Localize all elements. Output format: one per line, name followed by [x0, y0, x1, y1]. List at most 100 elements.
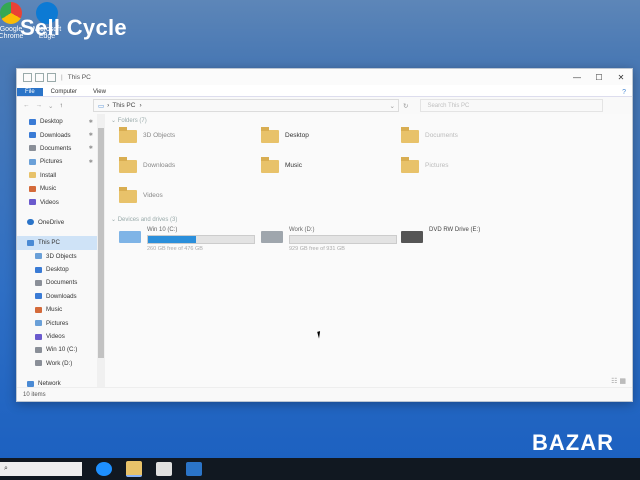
- folder-desktop[interactable]: Desktop: [261, 127, 309, 143]
- nav-gap: [17, 229, 97, 236]
- breadcrumb-separator: ›: [107, 102, 110, 109]
- properties-icon[interactable]: [35, 72, 44, 82]
- drive-free-space: 260 GB free of 476 GB: [147, 246, 203, 252]
- windows-drive-icon: [119, 231, 141, 243]
- details-view-icon[interactable]: ☷: [611, 378, 617, 385]
- drive-d[interactable]: Work (D:) 929 GB free of 931 GB: [261, 227, 397, 252]
- group-header-label: Devices and drives (3): [117, 217, 178, 223]
- nav-item-pc-downloads[interactable]: Downloads: [17, 290, 97, 303]
- nav-item-label: OneDrive: [38, 218, 65, 226]
- mail-icon[interactable]: [186, 462, 202, 476]
- dvd-drive-icon: [401, 231, 423, 243]
- new-folder-icon[interactable]: [47, 72, 56, 82]
- nav-item-downloads[interactable]: Downloads ✱: [17, 128, 97, 141]
- nav-item-videos[interactable]: Videos: [17, 195, 97, 208]
- close-button[interactable]: ✕: [610, 73, 632, 82]
- folder-pictures[interactable]: Pictures: [401, 157, 448, 173]
- desktop-icon: [35, 266, 42, 273]
- computer-icon: [27, 239, 34, 246]
- nav-item-this-pc[interactable]: This PC: [17, 236, 97, 250]
- nav-item-label: Pictures: [46, 319, 69, 327]
- nav-item-pc-music[interactable]: Music: [17, 303, 97, 316]
- window-controls: — ☐ ✕: [566, 73, 632, 82]
- drive-usage-bar: [147, 235, 255, 244]
- nav-item-network[interactable]: Network: [17, 377, 97, 390]
- drive-e[interactable]: DVD RW Drive (E:): [401, 227, 480, 243]
- nav-item-3d-objects[interactable]: 3D Objects: [17, 250, 97, 263]
- nav-item-pictures[interactable]: Pictures ✱: [17, 155, 97, 168]
- drive-label: Win 10 (C:): [147, 227, 178, 233]
- folder-icon: [119, 127, 137, 143]
- back-icon[interactable]: ←: [23, 102, 30, 110]
- drive-info: DVD RW Drive (E:): [429, 227, 480, 233]
- nav-item-drive-d[interactable]: Work (D:): [17, 357, 97, 370]
- nav-item-label: Downloads: [46, 292, 77, 300]
- nav-item-pc-desktop[interactable]: Desktop: [17, 263, 97, 276]
- downloads-icon: [29, 132, 36, 139]
- drive-c[interactable]: Win 10 (C:) 260 GB free of 476 GB: [119, 227, 255, 252]
- chevron-down-icon: ⌄: [111, 217, 118, 223]
- videos-icon: [29, 199, 36, 206]
- folder-documents[interactable]: Documents: [401, 127, 458, 143]
- store-icon[interactable]: [156, 462, 172, 476]
- nav-item-pc-pictures[interactable]: Pictures: [17, 316, 97, 329]
- tab-view[interactable]: View: [85, 88, 114, 96]
- folder-3d-objects[interactable]: 3D Objects: [119, 127, 175, 143]
- refresh-icon[interactable]: ↻: [403, 102, 408, 110]
- drive-free-space: 929 GB free of 931 GB: [289, 246, 345, 252]
- folder-downloads[interactable]: Downloads: [119, 157, 175, 173]
- folders-group-header[interactable]: ⌄ Folders (7): [111, 117, 147, 124]
- view-toggle[interactable]: ☷ ▦: [611, 377, 626, 385]
- drive-icon: [35, 360, 42, 367]
- edge-icon[interactable]: [96, 462, 112, 476]
- tab-computer[interactable]: Computer: [43, 88, 85, 96]
- nav-item-label: This PC: [38, 239, 61, 247]
- pin-icon: ✱: [88, 132, 93, 139]
- folder-music[interactable]: Music: [261, 157, 302, 173]
- address-bar[interactable]: ▭ › This PC › ⌄: [93, 99, 399, 112]
- breadcrumb-chevron-icon[interactable]: ›: [139, 102, 141, 109]
- address-row: ← → ⌄ ↑ ▭ › This PC › ⌄ ↻ Search This PC: [17, 97, 632, 114]
- title-bar: | This PC — ☐ ✕: [17, 69, 632, 85]
- scrollbar-thumb[interactable]: [98, 128, 104, 358]
- save-icon[interactable]: [23, 72, 32, 82]
- minimize-button[interactable]: —: [566, 73, 588, 82]
- forward-icon[interactable]: →: [36, 102, 43, 110]
- nav-item-desktop[interactable]: Desktop ✱: [17, 115, 97, 128]
- nav-item-drive-c[interactable]: Win 10 (C:): [17, 343, 97, 356]
- file-explorer-icon[interactable]: [126, 461, 142, 477]
- recent-chevron-icon[interactable]: ⌄: [48, 102, 53, 110]
- help-icon[interactable]: ?: [622, 89, 626, 96]
- maximize-button[interactable]: ☐: [588, 73, 610, 82]
- nav-item-label: Install: [40, 171, 57, 179]
- folder-videos[interactable]: Videos: [119, 187, 163, 203]
- folder-icon: [119, 187, 137, 203]
- pin-icon: ✱: [88, 158, 93, 165]
- nav-item-pc-documents[interactable]: Documents: [17, 276, 97, 289]
- up-icon[interactable]: ↑: [59, 102, 62, 110]
- nav-item-install[interactable]: Install: [17, 169, 97, 182]
- nav-item-pc-videos[interactable]: Videos: [17, 330, 97, 343]
- large-icons-view-icon[interactable]: ▦: [619, 378, 626, 385]
- address-dropdown-icon[interactable]: ⌄: [390, 102, 395, 110]
- nav-item-label: Videos: [40, 198, 59, 206]
- title-separator: |: [61, 73, 63, 81]
- network-icon: [27, 380, 34, 387]
- breadcrumb-this-pc[interactable]: This PC: [112, 102, 135, 109]
- nav-item-music[interactable]: Music: [17, 182, 97, 195]
- drive-usage-fill: [148, 236, 196, 243]
- desktop-icon: [29, 118, 36, 125]
- nav-item-documents[interactable]: Documents ✱: [17, 142, 97, 155]
- search-input[interactable]: Search This PC: [420, 99, 604, 112]
- folder-label: Pictures: [425, 161, 449, 169]
- onedrive-icon: [27, 219, 34, 226]
- group-header-label: Folders (7): [117, 118, 147, 124]
- tab-file[interactable]: File: [17, 88, 43, 96]
- taskbar-search[interactable]: ⌕: [0, 462, 82, 476]
- nav-item-onedrive[interactable]: OneDrive: [17, 216, 97, 229]
- drives-group-header[interactable]: ⌄ Devices and drives (3): [111, 216, 177, 223]
- nav-scrollbar[interactable]: [97, 114, 105, 387]
- drive-info: Win 10 (C:) 260 GB free of 476 GB: [147, 227, 255, 252]
- search-placeholder: Search This PC: [427, 102, 470, 109]
- items-count: 10 items: [23, 391, 46, 398]
